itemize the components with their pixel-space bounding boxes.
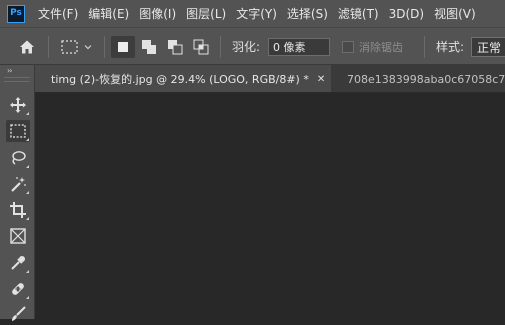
tool-group-indicator	[26, 217, 29, 220]
subtract-selection-icon	[168, 39, 183, 54]
menu-select[interactable]: 选择(S)	[287, 5, 328, 22]
photoshop-logo-icon[interactable]: Ps	[7, 4, 25, 23]
eyedropper-tool[interactable]	[6, 252, 30, 274]
healing-brush-tool[interactable]	[6, 278, 30, 300]
intersect-selection-icon	[193, 39, 209, 54]
rect-marquee-tool[interactable]	[6, 120, 30, 142]
menu-view[interactable]: 视图(V)	[434, 5, 476, 22]
options-bar: 羽化: 0 像素 消除锯齿 样式: 正常	[0, 27, 505, 65]
menu-edit[interactable]: 编辑(E)	[88, 5, 129, 22]
add-selection-icon	[142, 39, 156, 54]
new-selection-icon	[118, 41, 128, 52]
new-selection-button[interactable]	[111, 28, 135, 65]
home-button[interactable]	[19, 28, 35, 65]
tool-group-indicator	[26, 296, 29, 299]
toolbox: ››	[0, 65, 35, 321]
tab-title: 708e1383998aba0c67058c7e	[347, 72, 505, 86]
toolbox-grip[interactable]	[4, 77, 30, 82]
intersect-selection-button[interactable]	[192, 28, 210, 65]
tool-preset-picker[interactable]	[60, 28, 93, 65]
chevron-down-icon	[84, 44, 92, 49]
close-icon[interactable]: ✕	[317, 74, 325, 85]
magic-wand-icon	[11, 177, 26, 192]
menu-3d[interactable]: 3D(D)	[389, 7, 424, 21]
document-tab-bar: timg (2)-恢复的.jpg @ 29.4% (LOGO, RGB/8#) …	[35, 65, 505, 93]
tool-group-indicator	[26, 191, 29, 194]
tab-title: timg (2)-恢复的.jpg @ 29.4% (LOGO, RGB/8#) …	[51, 73, 309, 86]
healing-brush-icon	[12, 283, 24, 295]
menu-filter[interactable]: 滤镜(T)	[338, 5, 379, 22]
tool-group-indicator	[26, 112, 29, 115]
menu-bar: Ps 文件(F) 编辑(E) 图像(I) 图层(L) 文字(Y) 选择(S) 滤…	[0, 0, 505, 27]
brush-icon	[12, 306, 26, 321]
lasso-icon	[12, 151, 26, 165]
move-tool[interactable]	[6, 94, 30, 116]
antialias-label: 消除锯齿	[359, 40, 403, 54]
menu-image[interactable]: 图像(I)	[139, 5, 176, 22]
options-divider	[48, 36, 49, 58]
subtract-from-selection-button[interactable]	[166, 28, 184, 65]
menu-layer[interactable]: 图层(L)	[186, 5, 226, 22]
collapse-panel-icon[interactable]: ››	[7, 66, 13, 75]
lasso-tool[interactable]	[6, 147, 30, 169]
options-divider	[424, 36, 425, 58]
feather-input[interactable]: 0 像素	[268, 37, 330, 56]
tool-group-indicator	[26, 165, 29, 168]
crop-icon	[10, 202, 26, 218]
eyedropper-icon	[11, 256, 25, 270]
rect-marquee-preset-icon	[61, 39, 78, 54]
magic-wand-tool[interactable]	[6, 173, 30, 195]
options-divider	[104, 36, 105, 58]
brush-tool[interactable]	[6, 303, 30, 325]
frame-icon	[10, 228, 26, 244]
style-select[interactable]: 正常	[471, 36, 505, 57]
style-label: 样式:	[436, 40, 465, 54]
frame-tool[interactable]	[6, 225, 30, 247]
options-divider	[220, 36, 221, 58]
canvas-area[interactable]	[35, 93, 505, 319]
move-icon	[10, 97, 26, 113]
add-to-selection-button[interactable]	[140, 28, 158, 65]
tool-group-indicator	[26, 270, 29, 273]
feather-label: 羽化:	[232, 40, 261, 54]
menu-type[interactable]: 文字(Y)	[236, 5, 277, 22]
menu-file[interactable]: 文件(F)	[38, 5, 78, 22]
tab-document-active[interactable]: timg (2)-恢复的.jpg @ 29.4% (LOGO, RGB/8#) …	[35, 65, 331, 92]
tool-group-indicator	[26, 138, 29, 141]
home-icon	[20, 40, 34, 53]
antialias-checkbox[interactable]: 消除锯齿	[342, 28, 403, 65]
crop-tool[interactable]	[6, 199, 30, 221]
antialias-check-box[interactable]	[342, 40, 354, 53]
rect-marquee-icon	[10, 124, 26, 138]
tab-document-inactive[interactable]: 708e1383998aba0c67058c7e	[333, 65, 505, 92]
